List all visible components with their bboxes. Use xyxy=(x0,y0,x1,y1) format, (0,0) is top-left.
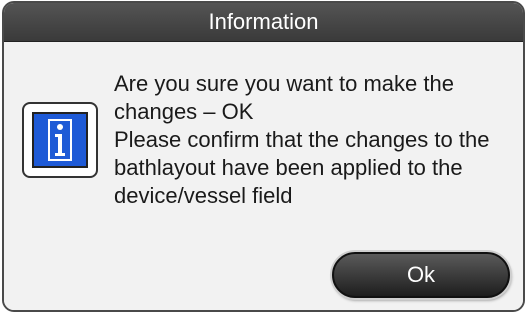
dialog-message: Are you sure you want to make the change… xyxy=(114,70,519,210)
message-line: bathlayout have been applied to the xyxy=(114,155,463,180)
message-line: Please confirm that the changes to the xyxy=(114,127,490,152)
message-line: device/vessel field xyxy=(114,183,293,208)
dialog-body: Are you sure you want to make the change… xyxy=(4,42,523,310)
info-icon-frame xyxy=(22,102,98,178)
info-icon xyxy=(32,112,88,168)
message-line: changes – OK xyxy=(114,99,254,124)
ok-button[interactable]: Ok xyxy=(332,252,510,298)
message-line: Are you sure you want to make the xyxy=(114,71,454,96)
dialog-title: Information xyxy=(4,3,523,42)
information-dialog: Information Are you sure you want to mak… xyxy=(2,1,525,312)
